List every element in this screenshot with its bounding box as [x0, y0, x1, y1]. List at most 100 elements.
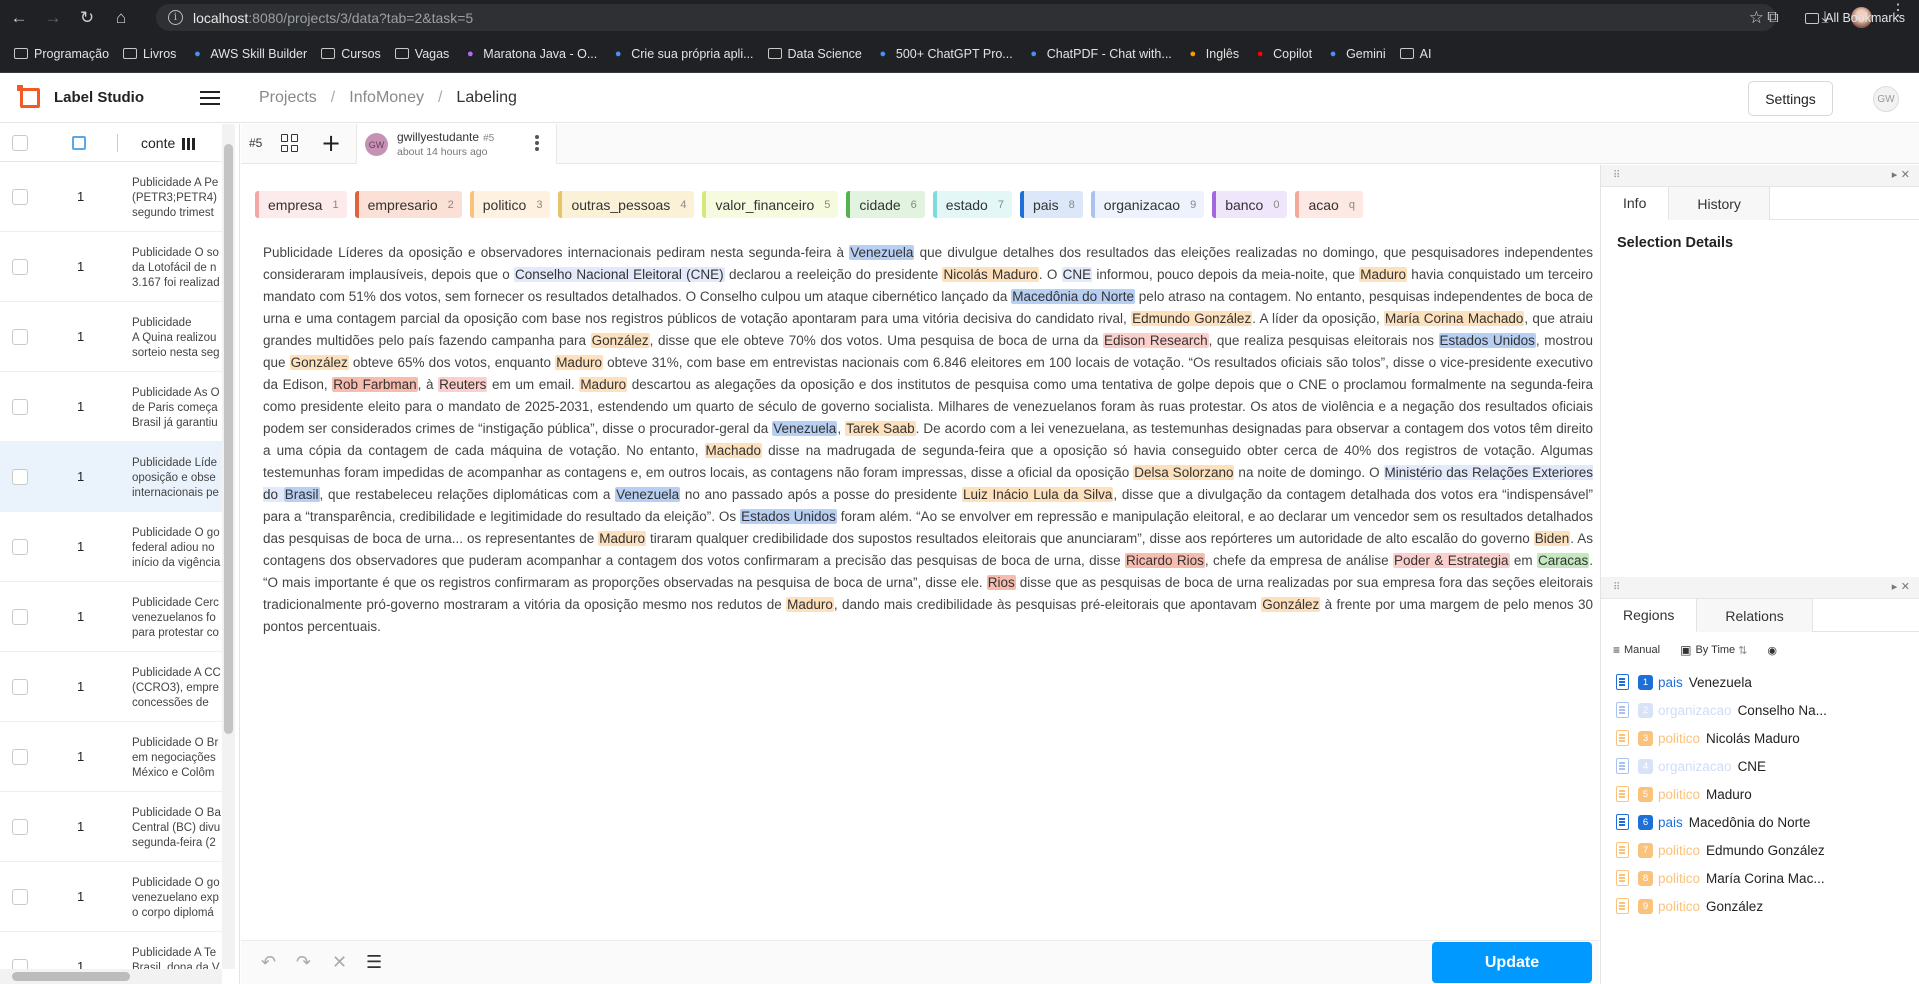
entity-highlight[interactable]: Venezuela	[849, 245, 915, 260]
bookmark-item[interactable]: ● Crie sua própria apli...	[611, 47, 754, 61]
entity-highlight[interactable]: González	[590, 333, 650, 348]
bookmark-item[interactable]: Cursos	[321, 47, 381, 61]
sort-direction-icon[interactable]: ⇅	[1738, 644, 1747, 657]
label-acao[interactable]: acao q	[1295, 191, 1363, 218]
update-button[interactable]: Update	[1432, 942, 1592, 983]
settings-button[interactable]: Settings	[1748, 81, 1833, 116]
task-checkbox[interactable]	[12, 469, 28, 485]
task-checkbox[interactable]	[12, 329, 28, 345]
entity-highlight[interactable]: Edison Research	[1102, 333, 1209, 348]
entity-highlight[interactable]: Biden	[1533, 531, 1571, 546]
label-pais[interactable]: pais 8	[1019, 191, 1083, 218]
entity-highlight[interactable]: Ricardo Rios	[1125, 553, 1205, 568]
entity-highlight[interactable]: Edmundo González	[1131, 311, 1253, 326]
task-row[interactable]: 1 Publicidade O Ba Central (BC) divu segu…	[0, 792, 222, 862]
entity-highlight[interactable]: González	[289, 355, 349, 370]
bookmark-item[interactable]: ● Inglês	[1186, 47, 1239, 61]
entity-highlight[interactable]: Rios	[986, 575, 1016, 590]
tab-relations[interactable]: Relations	[1697, 599, 1813, 632]
task-checkbox[interactable]	[12, 539, 28, 555]
bookmark-item[interactable]: ● ChatPDF - Chat with...	[1027, 47, 1171, 61]
label-empresario[interactable]: empresario 2	[354, 191, 462, 218]
task-checkbox[interactable]	[12, 259, 28, 275]
tab-regions[interactable]: Regions	[1601, 599, 1698, 632]
bookmark-item[interactable]: Programação	[14, 47, 109, 61]
bookmark-item[interactable]: AI	[1399, 47, 1431, 61]
entity-highlight[interactable]: Caracas	[1536, 553, 1590, 568]
entity-highlight[interactable]: Venezuela	[615, 487, 681, 502]
bookmark-item[interactable]: ● Copilot	[1253, 47, 1312, 61]
entity-highlight[interactable]: Tarek Saab	[845, 421, 916, 436]
vertical-scrollbar[interactable]	[222, 124, 235, 969]
redo-icon[interactable]: ↷	[296, 952, 311, 973]
task-row[interactable]: 1 Publicidade As O de Paris começa Brasil…	[0, 372, 222, 442]
entity-highlight[interactable]: González	[1261, 597, 1321, 612]
drag-handle-icon[interactable]: ⠿	[1613, 170, 1620, 181]
label-valor-financeiro[interactable]: valor_financeiro 5	[702, 191, 839, 218]
address-bar[interactable]: i localhost:8080/projects/3/data?tab=2&t…	[156, 4, 1776, 31]
sort-list-icon[interactable]: ≡	[1613, 643, 1620, 657]
label-organizacao[interactable]: organizacao 9	[1090, 191, 1205, 218]
entity-highlight[interactable]: Estados Unidos	[740, 509, 837, 524]
calendar-icon[interactable]: ▣	[1680, 643, 1691, 657]
entity-highlight[interactable]: Maduro	[1359, 267, 1408, 282]
bookmark-item[interactable]: Vagas	[394, 47, 449, 61]
entity-highlight[interactable]: Maduro	[579, 377, 628, 392]
task-checkbox[interactable]	[12, 749, 28, 765]
hamburger-menu-icon[interactable]	[200, 91, 220, 105]
grid-view-icon[interactable]	[72, 136, 86, 150]
tab-history[interactable]: History	[1669, 187, 1770, 220]
task-checkbox[interactable]	[12, 889, 28, 905]
breadcrumb-project[interactable]: InfoMoney	[349, 89, 424, 107]
label-banco[interactable]: banco 0	[1212, 191, 1288, 218]
bookmark-item[interactable]: Livros	[123, 47, 176, 61]
task-row[interactable]: 1 Publicidade O Br em negociações México …	[0, 722, 222, 792]
drag-handle-icon[interactable]: ⠿	[1613, 582, 1620, 593]
entity-highlight[interactable]: Conselho Nacional Eleitoral (CNE)	[514, 267, 725, 282]
extensions-icon[interactable]: ⧉	[1758, 3, 1788, 33]
task-row[interactable]: 1 Publicidade Cerc venezuelanos fo para p…	[0, 582, 222, 652]
task-row[interactable]: 1 Publicidade O so da Lotofácil de n 3.16…	[0, 232, 222, 302]
label-politico[interactable]: politico 3	[469, 191, 551, 218]
task-row[interactable]: 1 Publicidade A Quina realizou sorteio ne…	[0, 302, 222, 372]
label-outras-pessoas[interactable]: outras_pessoas 4	[558, 191, 695, 218]
bookmark-item[interactable]: ● AWS Skill Builder	[190, 47, 307, 61]
bookmark-item[interactable]: Data Science	[767, 47, 862, 61]
back-arrow-icon[interactable]: ←	[4, 3, 34, 33]
entity-highlight[interactable]: Luiz Inácio Lula da Silva	[961, 487, 1114, 502]
label-estado[interactable]: estado 7	[932, 191, 1012, 218]
entity-highlight[interactable]: Machado	[704, 443, 763, 458]
regions-panel-header[interactable]: ⠿ ▸ ✕	[1601, 577, 1919, 599]
task-checkbox[interactable]	[12, 609, 28, 625]
entity-highlight[interactable]: Rob Farbman	[332, 377, 418, 392]
columns-toggle-icon[interactable]	[176, 133, 200, 155]
entity-highlight[interactable]: Brasil	[283, 487, 320, 502]
panel-controls-icon[interactable]: ▸ ✕	[1892, 168, 1910, 181]
entity-highlight[interactable]: Macedônia do Norte	[1011, 289, 1135, 304]
entity-highlight[interactable]: Delsa Solorzano	[1133, 465, 1235, 480]
document-text[interactable]: Publicidade Líderes da oposição e observ…	[263, 242, 1593, 638]
settings-sliders-icon[interactable]: ☰	[366, 952, 382, 973]
bookmark-item[interactable]: ● Gemini	[1326, 47, 1386, 61]
add-annotation-icon[interactable]: +	[321, 129, 341, 157]
task-row[interactable]: 1 Publicidade O go federal adiou no iníci…	[0, 512, 222, 582]
entity-highlight[interactable]: Maduro	[555, 355, 603, 370]
home-icon[interactable]: ⌂	[106, 3, 136, 33]
annotation-card[interactable]: GW gwillyestudante #5 about 14 hours ago	[356, 124, 557, 164]
annotations-grid-icon[interactable]	[281, 134, 299, 152]
task-row[interactable]: 1 Publicidade A CC (CCRO3), empre concess…	[0, 652, 222, 722]
all-bookmarks-button[interactable]: All Bookmarks	[1805, 11, 1905, 25]
order-by-time[interactable]: By Time	[1695, 644, 1735, 656]
task-row[interactable]: 1 Publicidade A Pe (PETR3;PETR4) segundo …	[0, 162, 222, 232]
bookmark-item[interactable]: ● 500+ ChatGPT Pro...	[876, 47, 1013, 61]
order-manual[interactable]: Manual	[1624, 644, 1660, 656]
entity-highlight[interactable]: CNE	[1061, 267, 1093, 282]
annotation-menu-icon[interactable]	[535, 135, 539, 153]
task-row[interactable]: 1 Publicidade O go venezuelano exp o corp…	[0, 862, 222, 932]
entity-highlight[interactable]: Poder & Estrategia	[1393, 553, 1510, 568]
entity-highlight[interactable]: Estados Unidos	[1438, 333, 1536, 348]
region-item[interactable]: 9 politico González	[1601, 889, 1919, 923]
task-checkbox[interactable]	[12, 819, 28, 835]
site-info-icon[interactable]: i	[168, 10, 183, 25]
entity-highlight[interactable]: Maduro	[786, 597, 834, 612]
